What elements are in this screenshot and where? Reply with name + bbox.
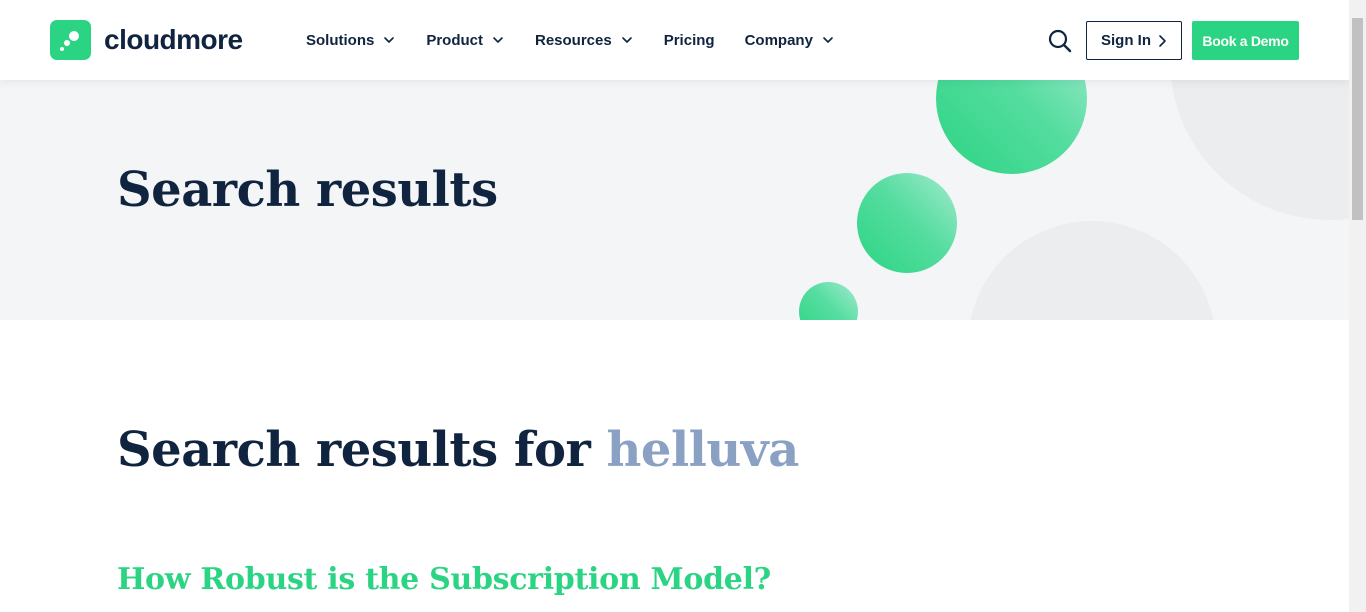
decorative-circle [1170,80,1349,220]
nav-item-label: Solutions [306,31,375,49]
chevron-down-icon [821,33,835,47]
nav-item-label: Pricing [663,31,715,49]
chevron-down-icon [491,33,505,47]
decorative-green-circle [857,173,957,273]
sign-in-label: Sign In [1101,32,1151,49]
nav-item-resources[interactable]: Resources [535,28,634,52]
scrollbar-thumb[interactable] [1352,18,1363,220]
results-prefix: Search results for [117,422,591,478]
search-icon[interactable] [1047,28,1073,54]
chevron-down-icon [382,33,396,47]
brand-logo[interactable]: cloudmore [50,20,243,60]
chevron-down-icon [620,33,634,47]
book-demo-label: Book a Demo [1202,32,1289,49]
book-demo-button[interactable]: Book a Demo [1192,21,1299,60]
page-title: Search results [117,162,498,218]
decorative-green-circle [799,282,858,320]
nav-item-label: Resources [535,31,612,49]
page: cloudmore Solutions Product Resources Pr… [0,0,1349,612]
site-header: cloudmore Solutions Product Resources Pr… [0,0,1349,80]
decorative-green-circle [936,80,1087,174]
sign-in-button[interactable]: Sign In [1086,21,1182,60]
decorative-circle [968,221,1216,320]
cloudmore-logo-icon [50,20,91,60]
main-nav: Solutions Product Resources Pricing Comp… [306,28,865,52]
nav-item-label: Product [426,31,483,49]
nav-item-label: Company [744,31,813,49]
page-scrollbar[interactable] [1349,0,1366,612]
nav-item-product[interactable]: Product [426,28,505,52]
nav-item-pricing[interactable]: Pricing [664,28,715,52]
nav-item-solutions[interactable]: Solutions [306,28,396,52]
hero-banner: Search results [0,80,1349,320]
brand-name: cloudmore [104,24,243,55]
results-heading: Search results for helluva [117,420,799,480]
search-result-link[interactable]: How Robust is the Subscription Model? [117,560,771,600]
chevron-right-icon [1157,34,1167,48]
nav-item-company[interactable]: Company [745,28,835,52]
search-query: helluva [606,422,800,478]
